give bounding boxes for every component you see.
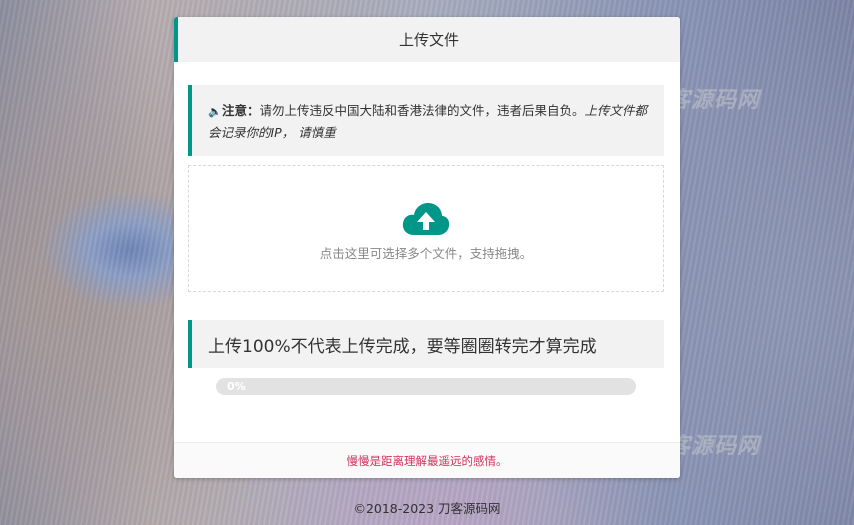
dropzone-hint: 点击这里可选择多个文件，支持拖拽。 bbox=[319, 246, 533, 261]
speaker-icon: 🔈 bbox=[208, 105, 222, 118]
copyright: ©2018-2023 刀客源码网 bbox=[353, 501, 501, 516]
page-title: 上传文件 bbox=[398, 31, 459, 49]
upload-tip: 上传100%不代表上传完成，要等圈圈转完才算完成 bbox=[188, 320, 664, 368]
upload-dropzone[interactable]: 点击这里可选择多个文件，支持拖拽。 bbox=[188, 165, 664, 292]
notice-text: 请勿上传违反中国大陆和香港法律的文件，违者后果自负。 bbox=[259, 103, 585, 118]
upload-tip-text: 上传100%不代表上传完成，要等圈圈转完才算完成 bbox=[208, 336, 597, 357]
panel-header: 上传文件 bbox=[174, 17, 680, 62]
footer-quote: 慢慢是距离理解最遥远的感情。 bbox=[346, 453, 508, 468]
upload-progress-bar: 0% bbox=[216, 378, 636, 395]
upload-panel: 上传文件 🔈注意：请勿上传违反中国大陆和香港法律的文件，违者后果自负。上传文件都… bbox=[174, 17, 680, 478]
panel-footer: 慢慢是距离理解最遥远的感情。 bbox=[174, 442, 680, 478]
notice-box: 🔈注意：请勿上传违反中国大陆和香港法律的文件，违者后果自负。上传文件都会记录你的… bbox=[188, 85, 664, 156]
notice-label: 注意： bbox=[222, 103, 260, 118]
progress-text: 0% bbox=[227, 380, 246, 393]
cloud-upload-icon bbox=[402, 203, 450, 235]
